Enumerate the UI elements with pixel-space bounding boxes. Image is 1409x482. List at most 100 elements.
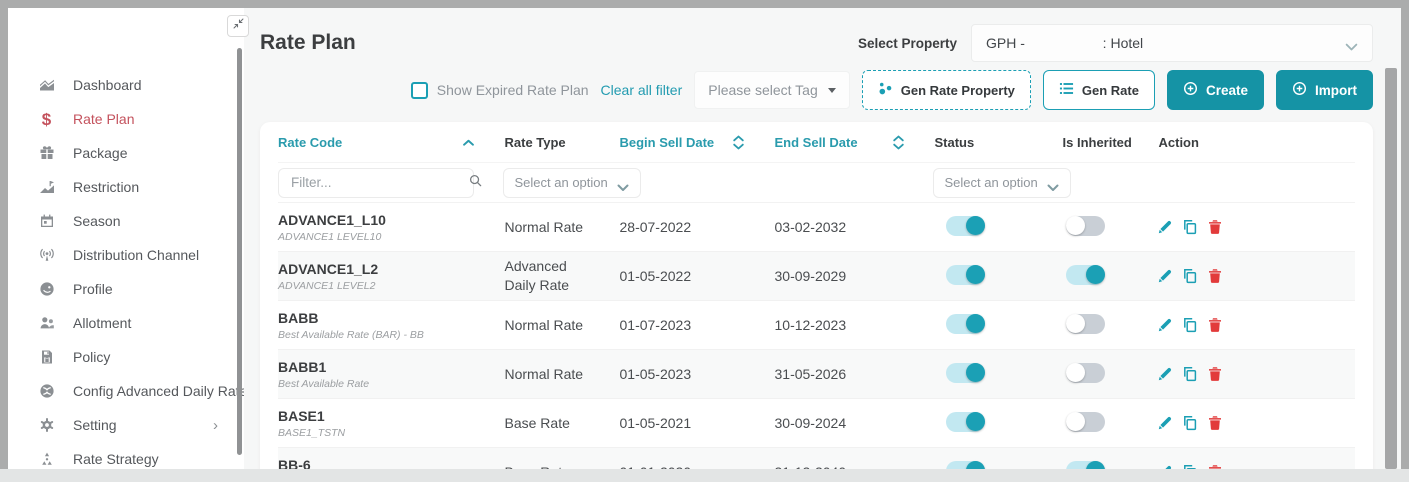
gen-rate-property-button[interactable]: Gen Rate Property (862, 70, 1031, 110)
rate-type-filter-select[interactable]: Select an option (503, 168, 641, 198)
list-icon (1059, 81, 1074, 99)
property-select[interactable]: GPH - : Hotel (971, 24, 1373, 62)
copy-button[interactable] (1182, 366, 1198, 382)
gear-icon (38, 417, 55, 434)
pencil-icon (1157, 415, 1173, 431)
create-button[interactable]: Create (1167, 70, 1264, 110)
status-toggle[interactable] (946, 363, 985, 383)
begin-sell-date: 01-01-2020 (605, 464, 760, 469)
status-filter-select[interactable]: Select an option (933, 168, 1071, 198)
is-inherited-toggle[interactable] (1066, 363, 1105, 383)
begin-sell-date: 01-05-2022 (605, 268, 760, 284)
rate-description: ADVANCE1 LEVEL10 (278, 231, 490, 243)
begin-sell-date: 01-05-2023 (605, 366, 760, 382)
is-inherited-toggle[interactable] (1066, 314, 1105, 334)
is-inherited-toggle[interactable] (1066, 265, 1105, 285)
table-filter-row: Select an option Select an option (278, 163, 1355, 203)
rate-type: Advanced Daily Rate (490, 257, 605, 295)
edit-button[interactable] (1157, 366, 1173, 382)
sidebar-item-rate-plan[interactable]: $ Rate Plan › (8, 102, 244, 136)
trash-icon (1207, 268, 1223, 284)
end-sell-date: 03-02-2032 (760, 219, 920, 235)
rate-type: Normal Rate (490, 365, 605, 384)
sort-updown-icon (893, 135, 904, 150)
sidebar-item-allotment[interactable]: Allotment › (8, 306, 244, 340)
sidebar-item-rate-strategy[interactable]: Rate Strategy › (8, 442, 244, 469)
sidebar-item-config-advanced-daily-rate[interactable]: Config Advanced Daily Rate › (8, 374, 244, 408)
sidebar-item-restriction[interactable]: Restriction › (8, 170, 244, 204)
tag-select[interactable]: Please select Tag (694, 71, 849, 109)
copy-button[interactable] (1182, 268, 1198, 284)
sidebar-item-distribution-channel[interactable]: Distribution Channel › (8, 238, 244, 272)
copy-button[interactable] (1182, 415, 1198, 431)
sidebar-item-dashboard[interactable]: Dashboard › (8, 68, 244, 102)
edit-button[interactable] (1157, 464, 1173, 469)
copy-button[interactable] (1182, 464, 1198, 469)
edit-button[interactable] (1157, 317, 1173, 333)
trash-icon (1207, 366, 1223, 382)
edit-button[interactable] (1157, 415, 1173, 431)
table-row: BABB1 Best Available Rate Normal Rate 01… (278, 350, 1355, 399)
sidebar-menu: Dashboard › $ Rate Plan › Package › Rest… (8, 44, 244, 469)
status-toggle[interactable] (946, 265, 985, 285)
column-header-end-sell-date[interactable]: End Sell Date (760, 135, 920, 150)
copy-button[interactable] (1182, 219, 1198, 235)
table-row: ADVANCE1_L2 ADVANCE1 LEVEL2 Advanced Dai… (278, 252, 1355, 301)
rate-type: Normal Rate (490, 316, 605, 335)
table-header-row: Rate Code Rate Type Begin Sell Date End … (278, 122, 1355, 163)
status-toggle[interactable] (946, 216, 985, 236)
policy-icon (38, 349, 55, 366)
status-toggle[interactable] (946, 314, 985, 334)
sidebar: Dashboard › $ Rate Plan › Package › Rest… (8, 8, 244, 469)
rate-code: ADVANCE1_L10 (278, 212, 490, 228)
table-row: BABB Best Available Rate (BAR) - BB Norm… (278, 301, 1355, 350)
is-inherited-toggle[interactable] (1066, 412, 1105, 432)
delete-button[interactable] (1207, 366, 1223, 382)
collapse-sidebar-button[interactable] (227, 15, 249, 37)
copy-icon (1182, 268, 1198, 284)
delete-button[interactable] (1207, 317, 1223, 333)
import-button[interactable]: Import (1276, 70, 1373, 110)
table-row: BB-6 Level 6 for BAR - BB Base Rate 01-0… (278, 448, 1355, 469)
gift-icon (38, 145, 55, 162)
edit-button[interactable] (1157, 219, 1173, 235)
gen-rate-button[interactable]: Gen Rate (1043, 70, 1155, 110)
delete-button[interactable] (1207, 268, 1223, 284)
is-inherited-toggle[interactable] (1066, 461, 1105, 470)
sidebar-item-policy[interactable]: Policy › (8, 340, 244, 374)
column-header-is-inherited: Is Inherited (1048, 135, 1144, 150)
delete-button[interactable] (1207, 219, 1223, 235)
copy-button[interactable] (1182, 317, 1198, 333)
rate-code: ADVANCE1_L2 (278, 261, 490, 277)
column-header-status: Status (920, 135, 1048, 150)
sidebar-item-profile[interactable]: Profile › (8, 272, 244, 306)
toolbar: Show Expired Rate Plan Clear all filter … (260, 70, 1373, 110)
trash-icon (1207, 415, 1223, 431)
show-expired-checkbox[interactable] (411, 82, 428, 99)
column-header-rate-code[interactable]: Rate Code (278, 135, 490, 150)
profile-icon (38, 281, 55, 298)
status-toggle[interactable] (946, 461, 985, 470)
sidebar-item-package[interactable]: Package › (8, 136, 244, 170)
show-expired-group: Show Expired Rate Plan (411, 82, 589, 99)
begin-sell-date: 28-07-2022 (605, 219, 760, 235)
rate-description: BASE1_TSTN (278, 427, 490, 439)
end-sell-date: 31-05-2026 (760, 366, 920, 382)
clear-all-filter-link[interactable]: Clear all filter (601, 82, 683, 98)
sidebar-item-setting[interactable]: Setting › (8, 408, 244, 442)
tag-select-placeholder: Please select Tag (708, 82, 817, 98)
sidebar-scrollbar[interactable] (237, 48, 242, 455)
status-toggle[interactable] (946, 412, 985, 432)
vertical-scrollbar[interactable] (1385, 68, 1397, 469)
is-inherited-toggle[interactable] (1066, 216, 1105, 236)
delete-button[interactable] (1207, 415, 1223, 431)
dollar-icon: $ (38, 111, 55, 128)
rate-code-filter-input[interactable] (291, 175, 468, 190)
chevron-down-icon (1345, 39, 1358, 48)
copy-icon (1182, 415, 1198, 431)
delete-button[interactable] (1207, 464, 1223, 469)
edit-button[interactable] (1157, 268, 1173, 284)
column-header-begin-sell-date[interactable]: Begin Sell Date (605, 135, 760, 150)
gen-rate-label: Gen Rate (1082, 83, 1139, 98)
sidebar-item-season[interactable]: Season › (8, 204, 244, 238)
